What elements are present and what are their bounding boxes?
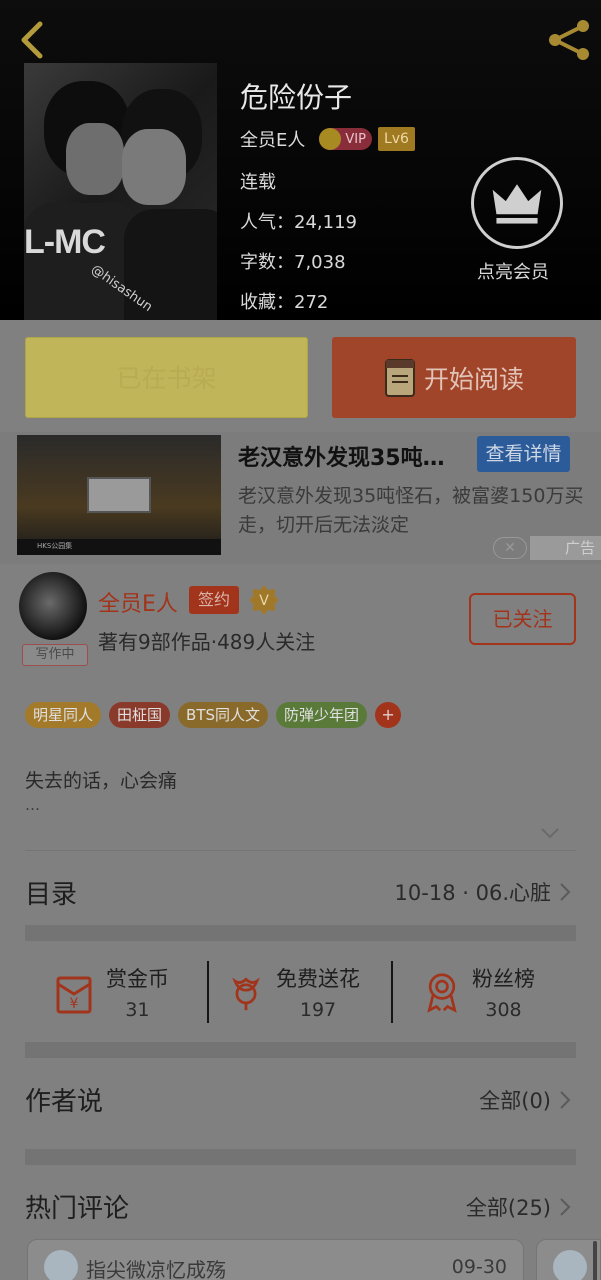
stat-divider: [207, 961, 209, 1023]
reward-coins[interactable]: ¥ 赏金币 31: [52, 959, 169, 1025]
free-flowers[interactable]: 免费送花 197: [226, 959, 360, 1025]
start-reading-label: 开始阅读: [423, 364, 524, 394]
fan-ranking-label: 粉丝榜: [472, 967, 535, 991]
writing-badge: 写作中: [22, 644, 88, 666]
writer-stats: 著有9部作品·489人关注: [98, 630, 316, 654]
tag-item[interactable]: 防弹少年团: [276, 702, 368, 728]
author-says-all-label: 全部(0): [479, 1089, 551, 1113]
chevron-right-icon: [560, 883, 571, 901]
comment-card[interactable]: [536, 1239, 601, 1280]
vip-crown-icon: [319, 128, 342, 150]
section-band: [25, 925, 576, 941]
commenter-name[interactable]: 指尖微凉忆成殇: [86, 1254, 226, 1280]
commenter-avatar[interactable]: [44, 1250, 78, 1280]
comment-date: 09-30: [451, 1256, 507, 1278]
tag-item[interactable]: 田柾国: [109, 702, 171, 728]
reward-count: 31: [125, 999, 150, 1021]
comment-card[interactable]: 指尖微凉忆成殇 09-30: [27, 1239, 524, 1280]
flower-icon: [232, 977, 260, 1011]
ad-thumbnail[interactable]: HKS公园集: [17, 435, 221, 555]
tag-item[interactable]: BTS同人文: [178, 702, 269, 728]
tag-list: 明星同人 田柾国 BTS同人文 防弹少年团 +: [25, 702, 402, 728]
flowers-label: 免费送花: [276, 967, 360, 991]
book-title: 危险份子: [240, 81, 353, 114]
scrollbar[interactable]: [593, 1241, 597, 1280]
add-tag-button[interactable]: +: [375, 702, 402, 728]
share-icon[interactable]: [545, 18, 593, 62]
section-band: [25, 1042, 576, 1058]
level-badge: Lv6: [377, 127, 415, 151]
reward-label: 赏金币: [106, 967, 169, 991]
member-label[interactable]: 点亮会员: [477, 258, 549, 284]
verified-icon: V: [249, 585, 279, 615]
vip-label: VIP: [345, 131, 366, 147]
book-header: L-MC @hisashun 危险份子 全员E人 VIP Lv6 连载 人气：2…: [0, 0, 601, 320]
ad-detail-button[interactable]: 查看详情: [477, 436, 570, 472]
popularity: 人气：24,119: [240, 212, 357, 233]
writer-avatar[interactable]: [19, 572, 87, 640]
commenter-avatar[interactable]: [553, 1250, 587, 1280]
fan-ranking[interactable]: 粉丝榜 308: [422, 959, 535, 1025]
ad-description[interactable]: 老汉意外发现35吨怪石，被富婆150万买走，切开后无法淡定: [238, 482, 588, 540]
stat-divider: [391, 961, 393, 1023]
catalog-title[interactable]: 目录: [25, 874, 77, 911]
hot-comments-title[interactable]: 热门评论: [25, 1188, 129, 1225]
author-says-all[interactable]: 全部(0): [479, 1085, 571, 1115]
chevron-right-icon: [560, 1198, 571, 1216]
crown-icon: [492, 184, 542, 224]
word-count: 字数：7,038: [240, 252, 346, 273]
hot-comments-all[interactable]: 全部(25): [466, 1192, 571, 1222]
follow-button[interactable]: 已关注: [469, 593, 576, 645]
ad-thumb-caption: HKS公园集: [37, 542, 73, 550]
flowers-count: 197: [299, 999, 337, 1021]
signed-badge: 签约: [189, 586, 239, 614]
section-band: [25, 1149, 576, 1165]
writer-name[interactable]: 全员E人: [98, 586, 178, 618]
book-detail-content: 写作中 全员E人 签约 V 著有9部作品·489人关注 已关注 明星同人 田柾国…: [0, 564, 601, 1280]
start-reading-button[interactable]: 开始阅读: [332, 337, 576, 418]
tag-item[interactable]: 明星同人: [25, 702, 102, 728]
divider: [25, 850, 576, 851]
expand-chevron-icon[interactable]: [540, 826, 560, 840]
back-arrow-icon[interactable]: [14, 18, 50, 62]
ad-banner[interactable]: HKS公园集 老汉意外发现35吨… 查看详情 老汉意外发现35吨怪石，被富婆15…: [0, 432, 601, 564]
serial-status: 连载: [240, 172, 276, 193]
catalog-latest-chapter: 10-18 · 06.心脏: [394, 881, 551, 905]
book-cover[interactable]: L-MC @hisashun: [24, 63, 217, 320]
author-name[interactable]: 全员E人: [240, 126, 305, 152]
chevron-right-icon: [560, 1091, 571, 1109]
member-button[interactable]: [471, 157, 563, 249]
bookshelf-button[interactable]: 已在书架: [25, 337, 308, 418]
cover-shirt-text: L-MC: [24, 223, 106, 261]
ad-close-button[interactable]: ✕: [493, 537, 527, 559]
vip-badge: VIP: [319, 128, 372, 150]
author-says-title[interactable]: 作者说: [25, 1081, 103, 1118]
author-row: 全员E人 VIP Lv6: [240, 126, 415, 152]
catalog-latest[interactable]: 10-18 · 06.心脏: [395, 877, 571, 907]
medal-icon: [427, 973, 457, 1013]
ad-title[interactable]: 老汉意外发现35吨…: [238, 440, 445, 472]
red-envelope-icon: ¥: [56, 976, 92, 1014]
book-icon: [384, 358, 415, 397]
favorites-count: 收藏：272: [240, 292, 329, 313]
hot-comments-all-label: 全部(25): [465, 1196, 551, 1220]
fan-ranking-count: 308: [485, 999, 522, 1021]
book-intro: 失去的话，心会痛: [25, 770, 178, 792]
svg-text:V: V: [259, 593, 269, 609]
book-intro-more: …: [25, 796, 40, 814]
ad-label: 广告: [530, 536, 601, 560]
svg-text:¥: ¥: [70, 996, 79, 1012]
